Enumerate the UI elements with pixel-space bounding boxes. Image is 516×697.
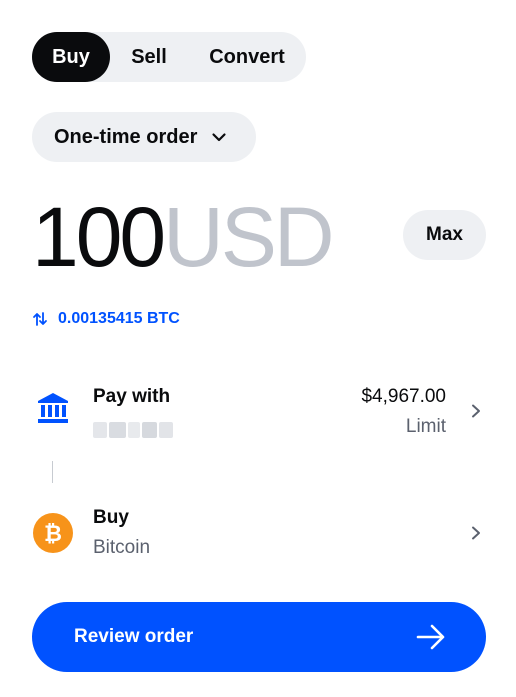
buy-asset-title: Buy [93,507,129,528]
pay-with-title: Pay with [93,386,171,407]
pay-with-balance: $4,967.00 [361,386,446,407]
tab-buy[interactable]: Buy [32,32,110,82]
buy-asset-row[interactable]: ₿ Buy Bitcoin [0,497,516,567]
chevron-down-icon [212,133,226,142]
redacted-payment-method [93,422,173,438]
pay-with-row[interactable]: Pay with $4,967.00 Limit [0,370,516,444]
buy-asset-name: Bitcoin [93,537,151,558]
order-type-dropdown[interactable]: One-time order [32,112,256,162]
bank-icon [33,388,73,428]
bitcoin-icon: ₿ [33,513,73,553]
svg-text:₿: ₿ [44,522,62,547]
trade-mode-tabs: Buy Sell Convert [32,32,306,82]
conversion-amount: 0.00135415 BTC [58,310,180,327]
review-order-button[interactable]: Review order [32,602,486,672]
arrow-right-icon [416,624,445,650]
chevron-right-icon [472,404,480,418]
amount-display[interactable]: 100 USD [32,190,335,284]
review-order-label: Review order [74,626,194,647]
max-button[interactable]: Max [403,210,486,260]
tab-sell[interactable]: Sell [110,32,188,82]
amount-currency: USD [163,190,334,284]
swap-arrows-icon [33,312,47,326]
row-connector-line [52,461,53,483]
conversion-toggle[interactable]: 0.00135415 BTC [32,307,180,331]
chevron-right-icon [472,526,480,540]
order-type-label: One-time order [54,125,198,148]
amount-value: 100 [32,190,166,284]
pay-with-limit-label: Limit [405,416,446,437]
tab-convert[interactable]: Convert [188,32,306,82]
